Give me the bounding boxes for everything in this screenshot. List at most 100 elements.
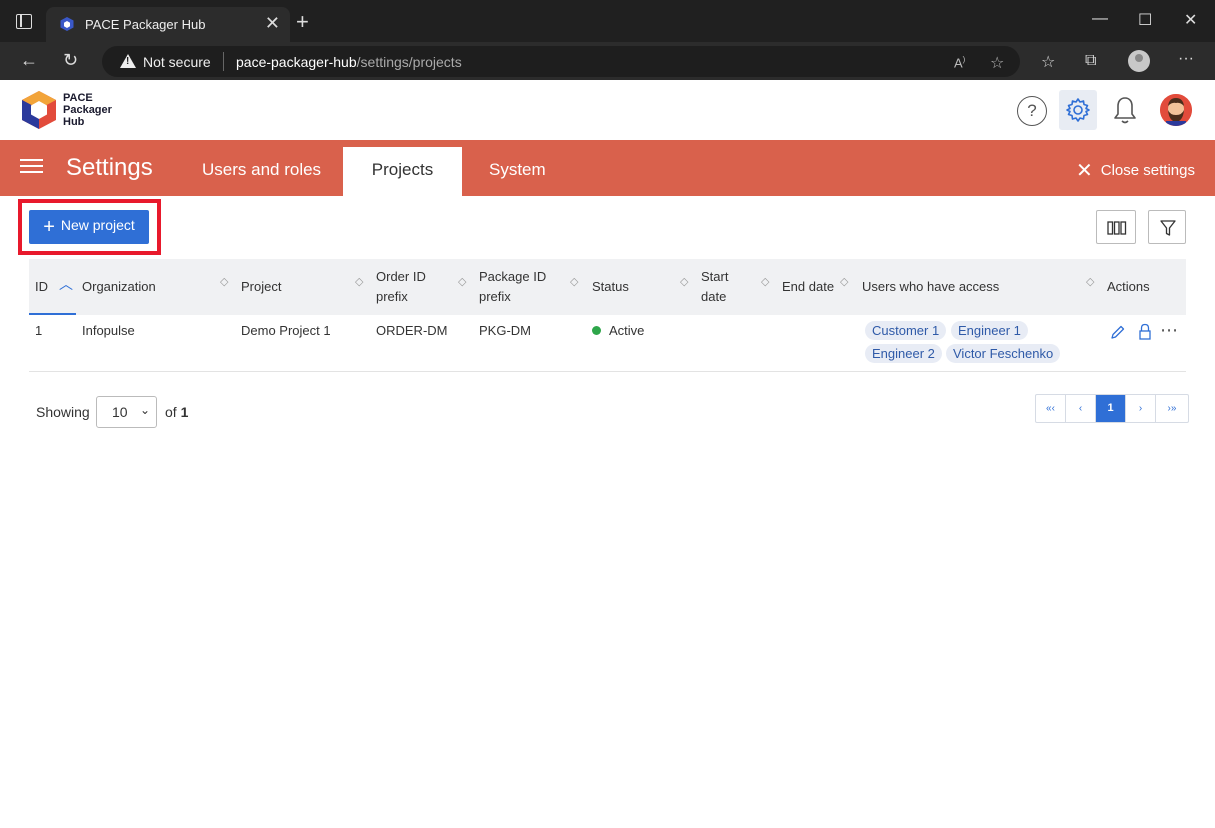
- add-favorite-icon[interactable]: ☆: [990, 53, 1004, 73]
- page-size-select[interactable]: 10 ⌄: [96, 396, 157, 428]
- url-host: pace-packager-hub: [236, 54, 357, 70]
- last-page-button[interactable]: ›»: [1156, 395, 1188, 422]
- sort-icon[interactable]: ◇: [570, 277, 578, 288]
- hamburger-menu-icon[interactable]: [20, 159, 43, 173]
- app-header: PACE Packager Hub ?: [0, 80, 1215, 140]
- collections-icon[interactable]: ⧉: [1085, 52, 1096, 70]
- user-chip[interactable]: Engineer 2: [865, 344, 942, 363]
- new-tab-icon[interactable]: +: [296, 9, 309, 35]
- cell-order-prefix: ORDER-DM: [376, 323, 448, 338]
- sort-icon[interactable]: ◇: [1086, 277, 1094, 288]
- logo-text: PACE Packager Hub: [63, 92, 112, 128]
- sort-icon[interactable]: ◇: [355, 277, 363, 288]
- columns-icon: [1107, 221, 1127, 235]
- tab-projects[interactable]: Projects: [343, 147, 462, 196]
- logo-line: Packager: [63, 104, 112, 116]
- close-settings-label: Close settings: [1100, 162, 1195, 179]
- status-label: Active: [609, 323, 645, 338]
- column-header-id[interactable]: ID: [35, 259, 48, 315]
- user-chip[interactable]: Victor Feschenko: [946, 344, 1061, 363]
- pagination: «‹ ‹ 1 › ›»: [1035, 394, 1189, 423]
- lock-icon[interactable]: [1138, 323, 1152, 341]
- address-bar[interactable]: Not secure pace-packager-hub/settings/pr…: [102, 46, 1020, 77]
- pace-logo-icon[interactable]: [20, 89, 58, 131]
- close-icon: ✕: [1076, 160, 1093, 182]
- sort-asc-icon[interactable]: ︿: [59, 277, 73, 291]
- cell-status: Active: [592, 323, 644, 338]
- help-icon[interactable]: ?: [1017, 96, 1047, 126]
- column-header-package-id-prefix[interactable]: Package ID prefix: [479, 259, 559, 315]
- refresh-icon[interactable]: ↻: [63, 50, 78, 71]
- more-actions-icon[interactable]: ⋯: [1160, 320, 1178, 341]
- window-close-icon[interactable]: ✕: [1184, 10, 1197, 30]
- settings-nav-bar: Settings Users and roles Projects System…: [0, 140, 1215, 196]
- chevron-down-icon: ⌄: [139, 403, 150, 417]
- profile-icon[interactable]: [1128, 50, 1150, 72]
- more-menu-icon[interactable]: ···: [1178, 50, 1194, 68]
- back-icon[interactable]: ←: [20, 50, 38, 71]
- tab-system[interactable]: System: [489, 160, 546, 180]
- column-header-organization[interactable]: Organization: [82, 259, 156, 315]
- logo-line: Hub: [63, 116, 85, 128]
- gear-icon: [1066, 98, 1090, 122]
- columns-button[interactable]: [1096, 210, 1136, 244]
- of-label: of: [165, 404, 177, 420]
- column-header-users[interactable]: Users who have access: [862, 259, 999, 315]
- favorites-icon[interactable]: ☆: [1041, 52, 1055, 72]
- column-header-end-date[interactable]: End date: [782, 259, 834, 315]
- minimize-icon[interactable]: —: [1092, 10, 1108, 28]
- new-project-button[interactable]: + New project: [29, 210, 149, 244]
- maximize-icon[interactable]: ☐: [1138, 10, 1152, 30]
- read-aloud-icon[interactable]: A): [954, 55, 965, 70]
- column-header-project[interactable]: Project: [241, 259, 281, 315]
- user-chip[interactable]: Customer 1: [865, 321, 947, 340]
- bell-icon[interactable]: [1112, 95, 1138, 125]
- first-page-button[interactable]: «‹: [1036, 395, 1066, 422]
- logo-line: PACE: [63, 92, 93, 104]
- url-divider: [223, 52, 224, 71]
- prev-page-button[interactable]: ‹: [1066, 395, 1096, 422]
- column-header-status[interactable]: Status: [592, 259, 629, 315]
- column-header-start-date[interactable]: Start date: [701, 259, 741, 315]
- table-header: ID ︿ Organization ◇ Project ◇ Order ID p…: [29, 259, 1186, 315]
- table-row[interactable]: 1 Infopulse Demo Project 1 ORDER-DM PKG-…: [29, 315, 1186, 372]
- avatar[interactable]: [1158, 92, 1194, 128]
- close-settings-button[interactable]: ✕ Close settings: [1076, 158, 1195, 183]
- avatar-icon: [1160, 94, 1192, 126]
- next-page-button[interactable]: ›: [1126, 395, 1156, 422]
- edit-pencil-icon[interactable]: [1110, 324, 1126, 340]
- filter-button[interactable]: [1148, 210, 1186, 244]
- sort-icon[interactable]: ◇: [458, 277, 466, 288]
- tab-actions-icon[interactable]: [16, 14, 32, 29]
- column-header-actions: Actions: [1107, 279, 1150, 294]
- plus-icon: +: [43, 215, 55, 238]
- page-title: Settings: [66, 154, 153, 181]
- app-favicon-icon: [60, 17, 74, 31]
- sort-icon[interactable]: ◇: [840, 277, 848, 288]
- browser-toolbar: ← ↻ Not secure pace-packager-hub/setting…: [0, 42, 1215, 80]
- cell-id: 1: [35, 323, 43, 338]
- cell-organization: Infopulse: [82, 323, 135, 338]
- tab-close-icon[interactable]: ✕: [265, 13, 280, 34]
- filter-icon: [1160, 220, 1176, 236]
- user-chip[interactable]: Engineer 1: [951, 321, 1028, 340]
- tab-title: PACE Packager Hub: [85, 17, 206, 32]
- page-size-value: 10: [112, 404, 128, 420]
- cell-project: Demo Project 1: [241, 323, 331, 338]
- url-text[interactable]: pace-packager-hub/settings/projects: [236, 54, 462, 70]
- url-path: /settings/projects: [356, 54, 462, 70]
- sort-icon[interactable]: ◇: [761, 277, 769, 288]
- sort-icon[interactable]: ◇: [220, 277, 228, 288]
- cell-package-prefix: PKG-DM: [479, 323, 531, 338]
- tab-users-and-roles[interactable]: Users and roles: [202, 160, 321, 180]
- sort-icon[interactable]: ◇: [680, 277, 688, 288]
- browser-tab[interactable]: PACE Packager Hub ✕: [46, 7, 290, 42]
- current-page-button[interactable]: 1: [1096, 395, 1126, 422]
- showing-label: Showing: [36, 404, 90, 420]
- status-dot-icon: [592, 326, 601, 335]
- new-project-label: New project: [60, 216, 135, 233]
- not-secure-label[interactable]: Not secure: [143, 54, 211, 70]
- page-count-text: of 1: [165, 404, 188, 420]
- settings-button[interactable]: [1059, 90, 1097, 130]
- column-header-order-id-prefix[interactable]: Order ID prefix: [376, 259, 446, 315]
